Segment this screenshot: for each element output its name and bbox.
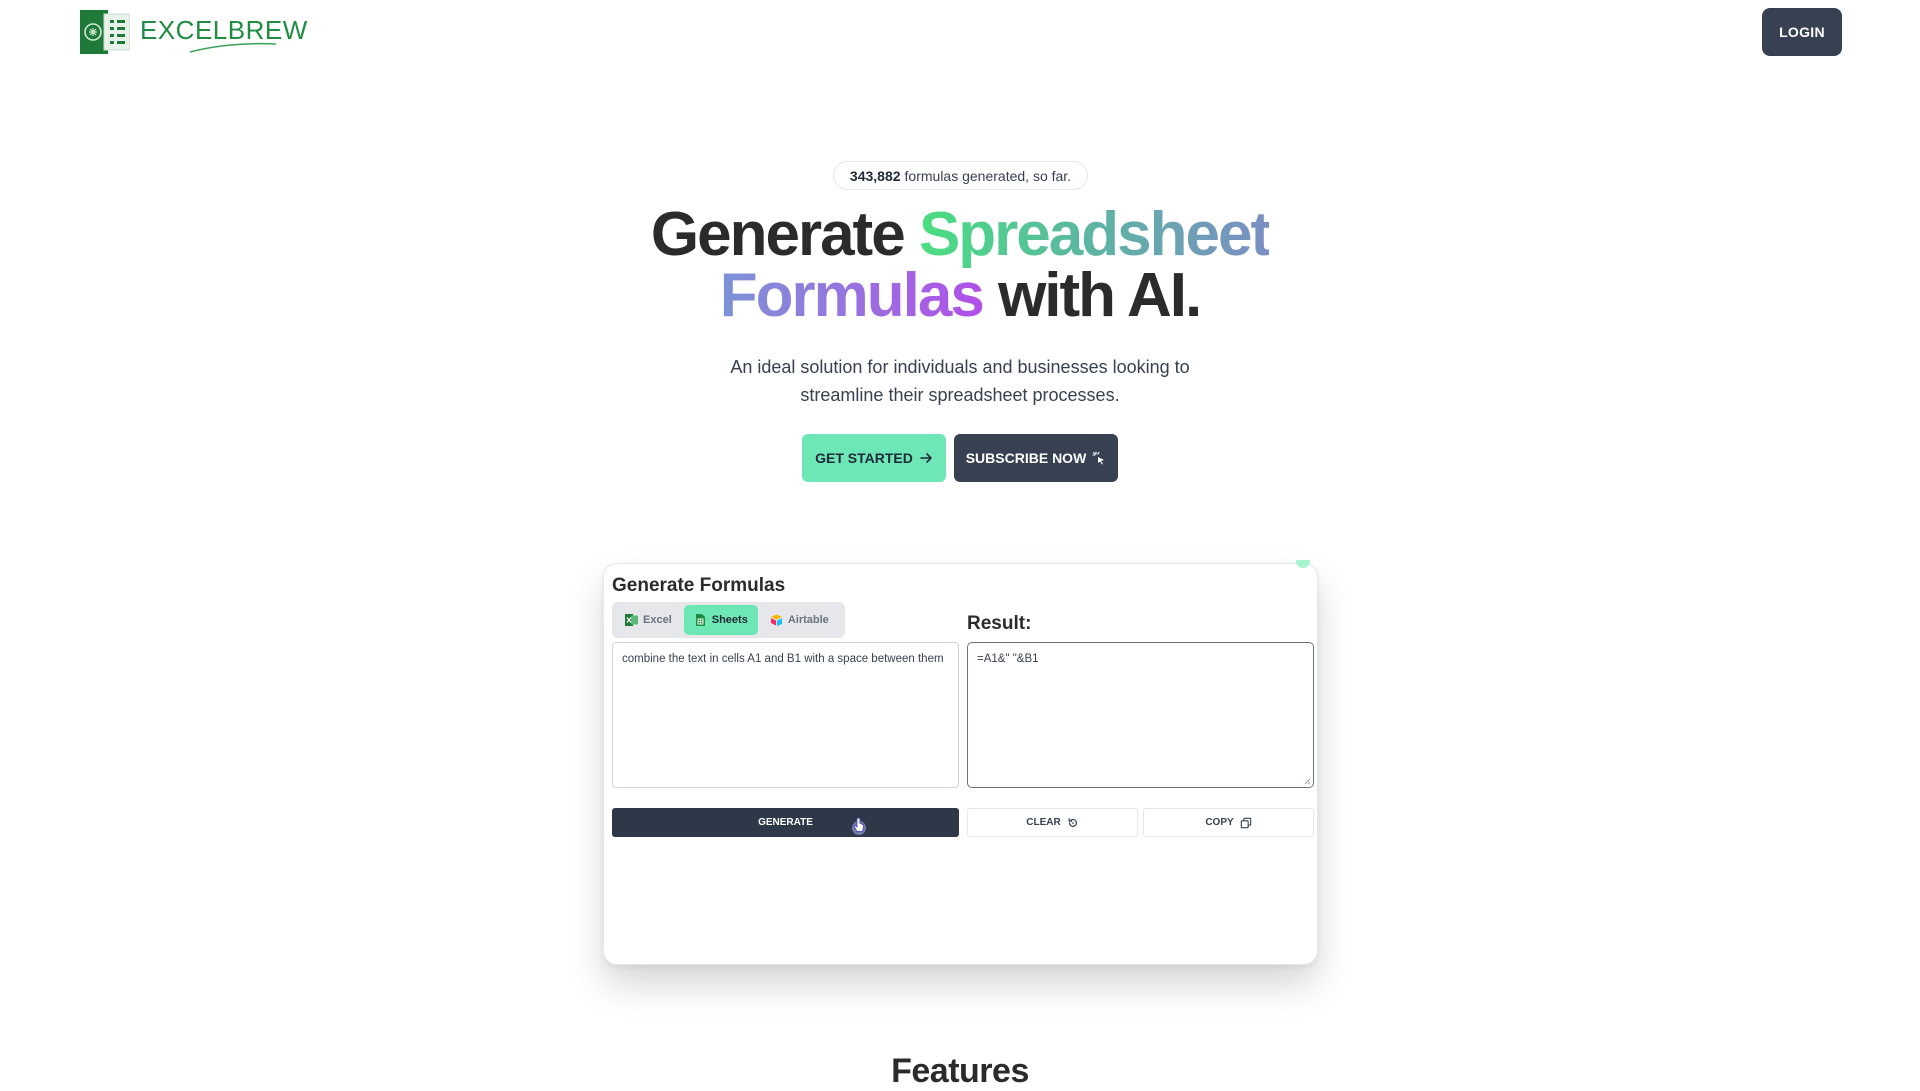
excelbrew-logo-icon xyxy=(80,10,130,54)
resize-grip-icon[interactable] xyxy=(1303,777,1311,785)
formula-generator-demo: Generate Formulas Excel Sheets Airtable … xyxy=(603,560,1318,965)
top-navigation: EXCELBREW LOGIN xyxy=(0,0,1920,64)
tab-airtable-label: Airtable xyxy=(787,614,829,626)
brand-swoosh-decoration xyxy=(189,42,277,53)
clear-label: CLEAR xyxy=(1026,817,1061,828)
formulas-count-text: formulas generated, so far. xyxy=(904,167,1072,184)
generate-button[interactable]: GENERATE xyxy=(612,808,959,837)
features-heading: Features xyxy=(891,1052,1029,1090)
tab-sheets[interactable]: Sheets xyxy=(683,605,758,635)
hero-subtitle-line-2: streamline their spreadsheet processes. xyxy=(800,385,1120,405)
subscribe-now-button[interactable]: SUBSCRIBE NOW xyxy=(954,434,1118,482)
tab-excel-label: Excel xyxy=(643,614,672,626)
reset-icon xyxy=(1068,817,1077,827)
copy-label: COPY xyxy=(1205,817,1234,828)
subscribe-now-label: SUBSCRIBE NOW xyxy=(965,450,1087,466)
platform-tabs: Excel Sheets Airtable xyxy=(612,602,845,638)
formulas-count: 343,882 xyxy=(849,167,901,184)
login-button[interactable]: LOGIN xyxy=(1762,8,1842,56)
airtable-icon xyxy=(770,614,782,626)
hero-title-word-spreadsheet: Spreadsheet xyxy=(918,200,1271,269)
copy-button[interactable]: COPY xyxy=(1143,808,1314,837)
hero-title-word-with-ai: with AI. xyxy=(998,261,1202,330)
clear-button[interactable]: CLEAR xyxy=(967,808,1138,837)
formulas-counter-badge: 343,882 formulas generated, so far. xyxy=(833,161,1088,190)
hero-title: Generate Spreadsheet Formulas with AI. xyxy=(0,204,1920,327)
result-label: Result: xyxy=(967,613,1032,634)
demo-title: Generate Formulas xyxy=(612,575,786,596)
prompt-input[interactable]: combine the text in cells A1 and B1 with… xyxy=(612,642,959,788)
get-started-button[interactable]: GET STARTED xyxy=(802,434,946,482)
excel-icon xyxy=(625,614,638,626)
result-output[interactable]: =A1&" "&B1 xyxy=(967,642,1314,788)
demo-corner-decoration xyxy=(1296,560,1310,568)
tab-airtable[interactable]: Airtable xyxy=(760,605,839,635)
get-started-label: GET STARTED xyxy=(815,450,913,466)
copy-icon xyxy=(1240,817,1251,828)
arrow-right-icon xyxy=(920,453,932,463)
generate-label: GENERATE xyxy=(758,817,813,828)
hero-subtitle: An ideal solution for individuals and bu… xyxy=(0,353,1920,409)
sheets-icon xyxy=(695,614,705,626)
hand-pointer-icon xyxy=(852,817,866,835)
tab-sheets-label: Sheets xyxy=(711,614,748,626)
hero-subtitle-line-1: An ideal solution for individuals and bu… xyxy=(730,357,1190,377)
hero-title-word-formulas: Formulas xyxy=(719,261,985,330)
hero-title-word-generate: Generate xyxy=(650,200,906,269)
tab-excel[interactable]: Excel xyxy=(615,605,682,635)
cursor-click-icon xyxy=(1092,451,1105,465)
result-output-text: =A1&" "&B1 xyxy=(977,653,1039,665)
